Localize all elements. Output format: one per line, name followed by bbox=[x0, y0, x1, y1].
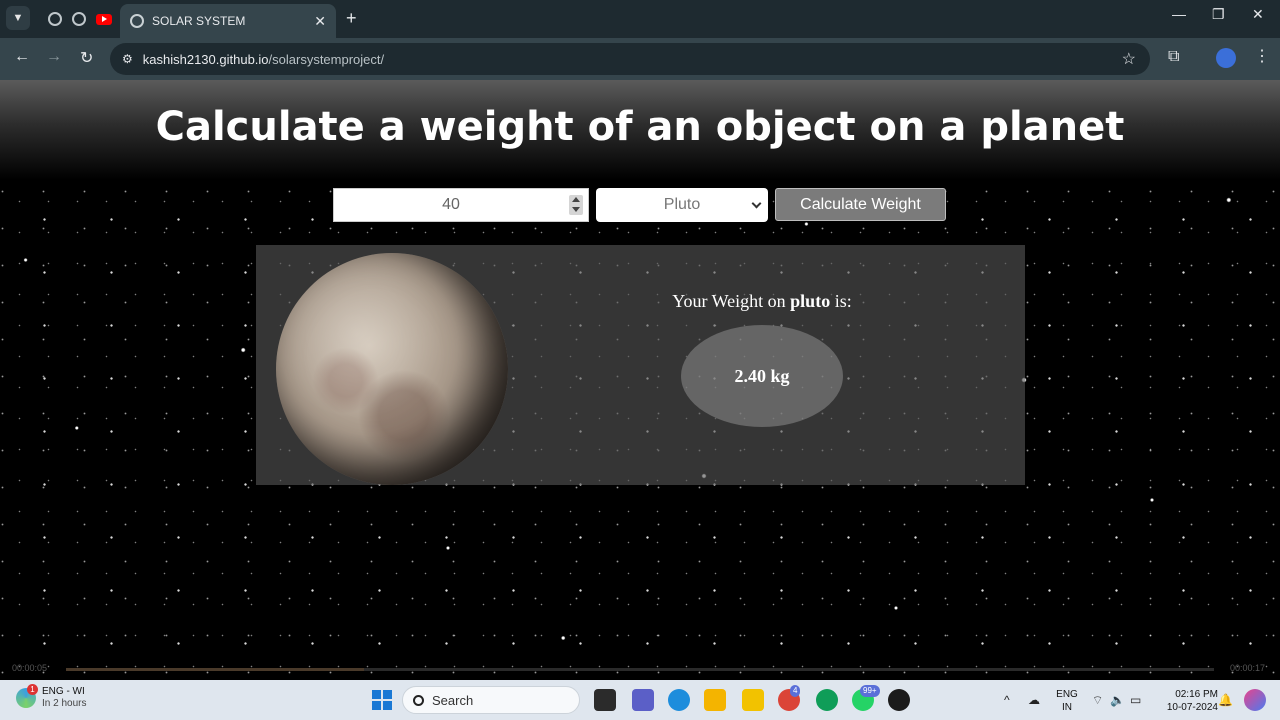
new-tab-button[interactable]: + bbox=[346, 8, 357, 29]
weight-input[interactable] bbox=[333, 188, 589, 222]
search-label: Search bbox=[432, 692, 474, 708]
spin-down-icon[interactable] bbox=[572, 207, 580, 212]
url-text: kashish2130.github.io/solarsystemproject… bbox=[142, 51, 385, 67]
bookmark-star-icon[interactable]: ☆ bbox=[1122, 49, 1136, 69]
result-panel: Your Weight on pluto is: 2.40 kg bbox=[256, 245, 1025, 485]
chevron-up-icon[interactable]: ^ bbox=[1004, 693, 1010, 707]
copilot-icon[interactable] bbox=[1244, 689, 1266, 711]
calculate-weight-button[interactable]: Calculate Weight bbox=[775, 188, 946, 221]
menu-dots-icon[interactable]: ⋮ bbox=[1254, 46, 1270, 66]
language-indicator[interactable]: ENG IN bbox=[1054, 688, 1080, 714]
globe-icon bbox=[48, 12, 62, 26]
result-planet-name: pluto bbox=[790, 291, 831, 311]
teams-icon[interactable] bbox=[632, 689, 654, 711]
battery-icon[interactable]: ▭ bbox=[1130, 693, 1141, 707]
sticky-notes-icon[interactable] bbox=[742, 689, 764, 711]
spin-up-icon[interactable] bbox=[572, 197, 580, 202]
page-viewport: Calculate a weight of an object on a pla… bbox=[0, 80, 1280, 680]
media-time-start: 00:00:05 bbox=[12, 663, 48, 673]
media-progress-fill bbox=[66, 668, 365, 671]
globe-icon bbox=[130, 14, 144, 28]
restore-icon[interactable]: ❐ bbox=[1212, 6, 1225, 23]
window-close-icon[interactable]: ✕ bbox=[1252, 6, 1264, 23]
taskbar: 1 ENG - WI In 2 hours Search 4 99+ ^ ☁ E… bbox=[0, 680, 1280, 720]
page-title: Calculate a weight of an object on a pla… bbox=[155, 104, 1125, 150]
weather-title: ENG - WI bbox=[42, 686, 85, 697]
notification-bell-icon[interactable]: 🔔 bbox=[1218, 693, 1233, 707]
site-info-icon[interactable]: ⚙ bbox=[122, 52, 133, 66]
reload-button[interactable]: ↻ bbox=[80, 48, 93, 68]
weather-subtitle: In 2 hours bbox=[42, 698, 87, 709]
result-value: 2.40 kg bbox=[681, 325, 843, 427]
globe-icon bbox=[72, 12, 86, 26]
chevron-down-icon bbox=[751, 198, 762, 209]
chrome-profile-icon[interactable] bbox=[816, 689, 838, 711]
task-view-icon[interactable] bbox=[594, 689, 616, 711]
taskbar-search[interactable]: Search bbox=[402, 686, 580, 714]
browser-tabbar: ▼ SOLAR SYSTEM ✕ + — ❐ ✕ bbox=[0, 0, 1280, 38]
tab-search-button[interactable]: ▼ bbox=[6, 6, 30, 30]
wifi-icon[interactable]: ⌔ bbox=[1092, 693, 1103, 708]
result-label: Your Weight on pluto is: bbox=[672, 291, 852, 311]
media-time-end: 00:00:17 bbox=[1230, 663, 1266, 673]
planet-select[interactable]: Pluto bbox=[596, 188, 768, 222]
planet-select-value: Pluto bbox=[663, 196, 701, 213]
weather-widget[interactable]: 1 ENG - WI In 2 hours bbox=[16, 684, 87, 710]
media-progress-track[interactable] bbox=[66, 668, 1214, 671]
tab-media-player[interactable] bbox=[40, 4, 118, 34]
youtube-icon bbox=[96, 13, 112, 25]
volume-icon[interactable]: 🔈 bbox=[1110, 693, 1125, 707]
tab-solar-system[interactable]: SOLAR SYSTEM ✕ bbox=[120, 4, 336, 38]
number-spinner[interactable] bbox=[569, 195, 583, 215]
browser-toolbar: ← → ↻ ⚙ kashish2130.github.io/solarsyste… bbox=[0, 38, 1280, 80]
media-player-icon[interactable] bbox=[888, 689, 910, 711]
extensions-icon[interactable]: ⧉ bbox=[1168, 48, 1179, 66]
back-button[interactable]: ← bbox=[14, 48, 30, 66]
search-icon bbox=[413, 694, 424, 706]
clock[interactable]: 02:16 PM 10-07-2024 bbox=[1152, 688, 1218, 714]
file-explorer-icon[interactable] bbox=[704, 689, 726, 711]
whatsapp-badge: 99+ bbox=[860, 685, 880, 697]
cloud-icon[interactable]: ☁ bbox=[1028, 693, 1040, 707]
address-bar[interactable]: ⚙ kashish2130.github.io/solarsystemproje… bbox=[110, 43, 1150, 75]
weather-icon: 1 bbox=[16, 684, 38, 708]
minimize-icon[interactable]: — bbox=[1172, 6, 1186, 22]
profile-avatar[interactable] bbox=[1216, 48, 1236, 68]
tab-title: SOLAR SYSTEM bbox=[152, 14, 246, 28]
planet-image bbox=[276, 253, 508, 485]
edge-icon[interactable] bbox=[668, 689, 690, 711]
weather-badge: 1 bbox=[27, 684, 38, 695]
windows-start-icon[interactable] bbox=[372, 690, 392, 710]
forward-button[interactable]: → bbox=[46, 48, 62, 66]
close-icon[interactable]: ✕ bbox=[314, 13, 326, 30]
